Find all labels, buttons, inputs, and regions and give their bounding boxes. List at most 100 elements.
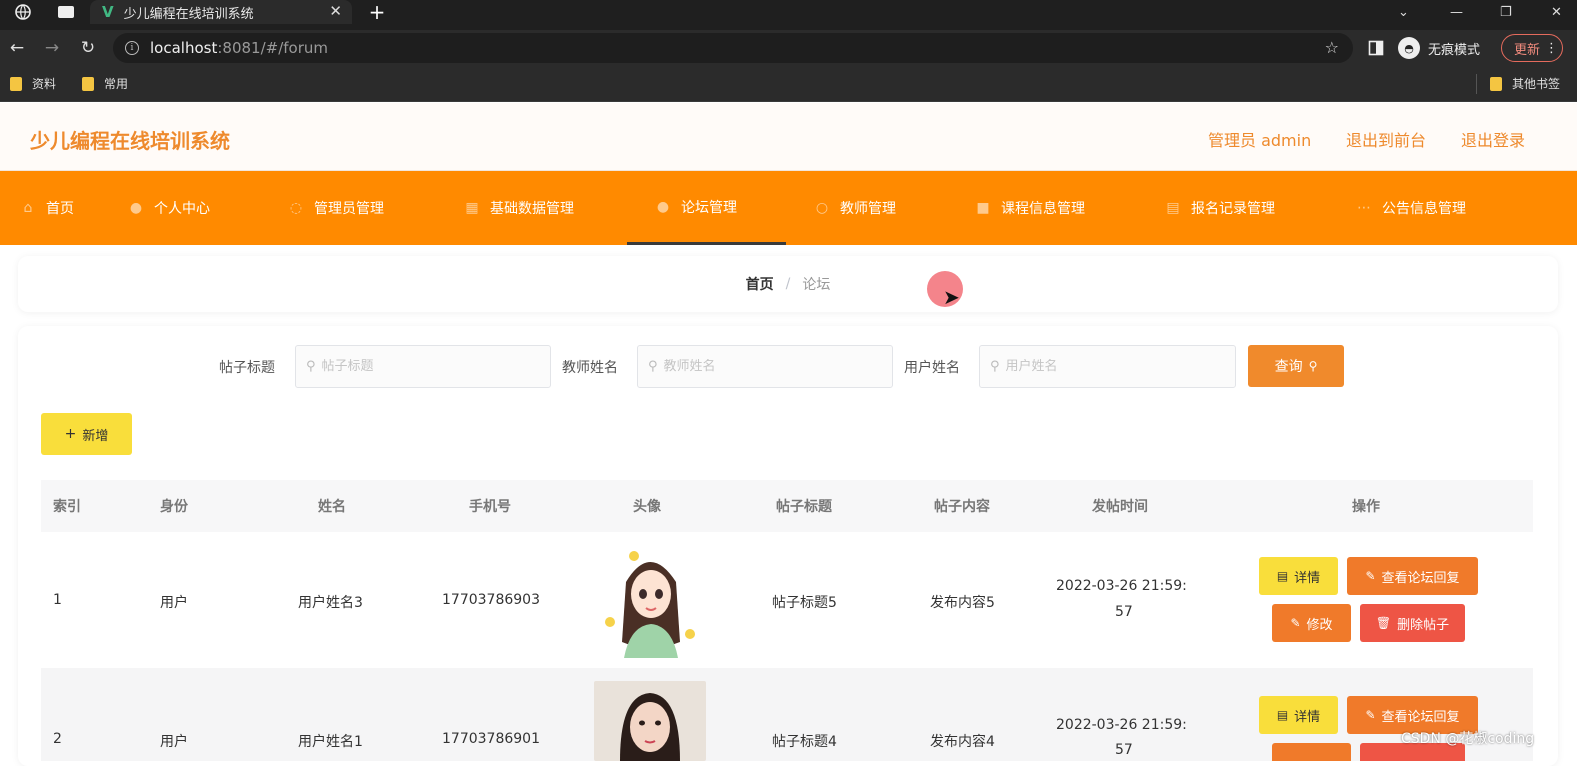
menu-item-admin[interactable]: ◌ 管理员管理	[288, 171, 384, 245]
close-tab-icon[interactable]: ✕	[329, 2, 342, 20]
detail-button[interactable]: ▤ 详情	[1259, 557, 1338, 595]
url-field[interactable]: i localhost:8081/#/forum ☆	[113, 33, 1353, 63]
menu-label: 教师管理	[840, 201, 896, 217]
user-name-input[interactable]	[1005, 359, 1186, 374]
notice-icon: ⋯	[1357, 200, 1371, 216]
bookmark-folder[interactable]: 常用	[82, 75, 128, 92]
menu-label: 课程信息管理	[1001, 201, 1085, 217]
query-button[interactable]: 查询 ⚲	[1248, 345, 1344, 387]
plus-icon: +	[64, 426, 77, 442]
forward-icon[interactable]: →	[40, 36, 64, 60]
edit-button[interactable]: ✎ 修改	[1272, 604, 1351, 642]
detail-label: 详情	[1294, 709, 1321, 725]
breadcrumb-separator: /	[785, 276, 791, 292]
bookmark-label: 资料	[32, 77, 57, 91]
active-browser-tab[interactable]: V 少儿编程在线培训系统 ✕	[90, 0, 352, 24]
browser-tab-bar: V 少儿编程在线培训系统 ✕ + ⌄ — ❐ ✕	[0, 0, 1577, 34]
home-icon: ⌂	[23, 200, 33, 216]
restore-icon[interactable]: ❐	[1500, 0, 1512, 24]
app-header: 少儿编程在线培训系统 管理员 admin 退出到前台 退出登录	[0, 103, 1577, 171]
update-label: 更新	[1514, 42, 1541, 58]
edit-icon: ✎	[1365, 569, 1376, 583]
other-bookmarks-label: 其他书签	[1512, 77, 1561, 91]
trash-icon: 🗑	[1375, 616, 1392, 630]
avatar	[594, 542, 706, 658]
tab-search-chevron-icon[interactable]: ⌄	[1398, 0, 1409, 24]
menu-label: 公告信息管理	[1382, 201, 1466, 217]
back-icon[interactable]: ←	[5, 36, 29, 60]
folder-icon	[82, 76, 94, 91]
menu-dots-icon[interactable]: ⋮	[1545, 41, 1558, 56]
row-index: 1	[53, 592, 62, 608]
avatar	[594, 681, 706, 761]
edit-icon: ✎	[1290, 616, 1301, 630]
update-button[interactable]: 更新 ⋮	[1501, 34, 1563, 62]
site-info-icon[interactable]: i	[125, 41, 139, 55]
search-icon: ⚲	[648, 359, 658, 374]
detail-button[interactable]: ▤ 详情	[1259, 696, 1338, 734]
post-title-label: 帖子标题	[219, 360, 275, 376]
col-post-content: 帖子内容	[934, 499, 990, 515]
view-replies-label: 查看论坛回复	[1381, 570, 1460, 586]
side-panel-icon[interactable]	[1364, 36, 1388, 60]
row-phone: 17703786901	[442, 731, 540, 747]
bookmark-folder[interactable]: 资料	[10, 75, 56, 92]
menu-item-forum[interactable]: ● 论坛管理	[627, 171, 786, 245]
reload-icon[interactable]: ↻	[76, 36, 100, 60]
incognito-indicator[interactable]: ◓ 无痕模式	[1398, 35, 1480, 61]
edit-button[interactable]	[1272, 743, 1351, 761]
col-phone: 手机号	[469, 499, 511, 515]
document-icon: ▤	[1276, 569, 1289, 583]
col-actions: 操作	[1352, 499, 1380, 515]
user-icon: ●	[656, 198, 670, 215]
logout-link[interactable]: 退出登录	[1461, 127, 1525, 151]
globe-icon[interactable]	[10, 0, 36, 24]
breadcrumb-home[interactable]: 首页	[746, 274, 774, 294]
menu-label: 首页	[46, 201, 74, 217]
menu-item-notice[interactable]: ⋯ 公告信息管理	[1356, 171, 1466, 245]
menu-item-home[interactable]: ⌂ 首页	[20, 171, 74, 245]
table-header: 索引 身份 姓名 手机号 头像 帖子标题 帖子内容 发帖时间 操作	[41, 480, 1533, 532]
menu-item-course[interactable]: ■ 课程信息管理	[975, 171, 1085, 245]
menu-item-profile[interactable]: ● 个人中心	[128, 171, 210, 245]
menu-item-enrollment[interactable]: ▤ 报名记录管理	[1165, 171, 1275, 245]
main-menu: ⌂ 首页 ● 个人中心 ◌ 管理员管理 ▦ 基础数据管理 ● 论坛管理 ○ 教师管理 ■ 课程…	[0, 171, 1577, 245]
user-icon: ●	[129, 200, 143, 216]
address-bar: ← → ↻ i localhost:8081/#/forum ☆ ◓ 无痕模式 …	[0, 30, 1577, 66]
menu-item-teacher[interactable]: ○ 教师管理	[814, 171, 896, 245]
menu-label: 管理员管理	[314, 201, 384, 217]
teacher-name-input[interactable]	[663, 359, 844, 374]
row-post-content: 发布内容5	[930, 595, 995, 611]
row-post-time-date: 2022-03-26 21:59:	[1056, 717, 1187, 733]
database-icon: ▦	[465, 200, 479, 216]
tab-overview-icon[interactable]	[52, 0, 80, 24]
delete-post-button[interactable]: 🗑 删除帖子	[1360, 604, 1465, 642]
bookmark-star-icon[interactable]: ☆	[1325, 38, 1339, 57]
row-role: 用户	[160, 734, 188, 750]
vue-logo-icon: V	[102, 3, 114, 21]
user-name-search[interactable]: ⚲	[979, 345, 1236, 388]
row-role: 用户	[160, 595, 188, 611]
url-path: :8081/#/forum	[217, 39, 328, 57]
menu-label: 基础数据管理	[490, 201, 574, 217]
user-name-label: 用户姓名	[904, 360, 960, 376]
close-window-icon[interactable]: ✕	[1551, 0, 1562, 24]
row-phone: 17703786903	[442, 592, 540, 608]
menu-label: 报名记录管理	[1191, 201, 1275, 217]
post-title-search[interactable]: ⚲	[295, 345, 551, 388]
add-button[interactable]: + 新增	[41, 413, 132, 455]
book-icon: ■	[976, 200, 990, 216]
post-title-input[interactable]	[321, 359, 502, 374]
view-replies-label: 查看论坛回复	[1381, 709, 1460, 725]
view-replies-button[interactable]: ✎ 查看论坛回复	[1347, 557, 1478, 595]
circle-icon: ○	[815, 200, 829, 216]
teacher-name-search[interactable]: ⚲	[637, 345, 893, 388]
minimize-icon[interactable]: —	[1450, 0, 1463, 24]
table-row: 1 用户 用户姓名3 17703786903 帖子标题5 发布内容5 2022-…	[41, 532, 1533, 668]
other-bookmarks[interactable]: 其他书签	[1490, 75, 1560, 92]
new-tab-icon[interactable]: +	[364, 0, 390, 24]
table-row: 2 用户 用户姓名1 17703786901 帖子标题4 发布内容4 2022-…	[41, 668, 1533, 761]
exit-to-front-link[interactable]: 退出到前台	[1346, 127, 1426, 151]
menu-item-base-data[interactable]: ▦ 基础数据管理	[464, 171, 574, 245]
edit-label: 修改	[1306, 617, 1333, 633]
